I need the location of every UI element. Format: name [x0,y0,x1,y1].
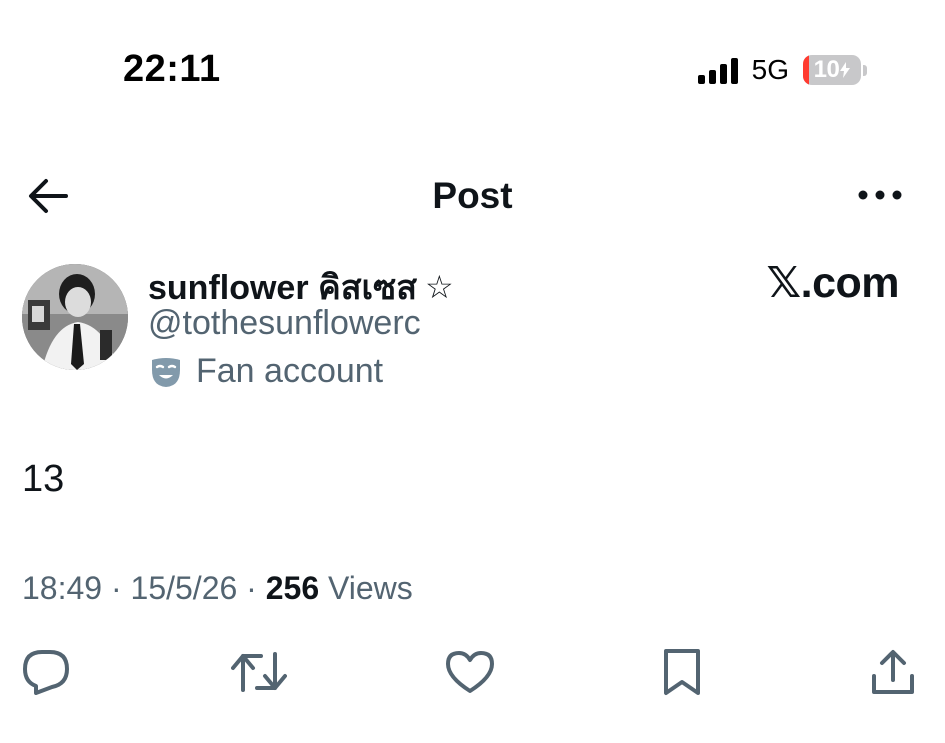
network-type: 5G [751,54,789,85]
x-watermark: 𝕏.com [766,259,899,307]
meta-separator: · [246,570,257,606]
fan-account-label: Fan account [196,352,384,390]
reply-button[interactable] [18,644,74,700]
heart-icon [446,651,494,693]
more-options-button[interactable] [855,175,905,215]
reply-icon [23,650,69,695]
author-handle[interactable]: @tothesunflowerc [148,304,421,343]
share-icon [872,650,914,694]
status-time: 22:11 [123,48,221,90]
battery-level: 10 [814,56,851,84]
post-text: 13 [22,458,65,500]
page-title: Post [432,175,513,216]
star-icon: ☆ [424,268,454,306]
status-indicators: 5G 10 [697,54,867,86]
repost-icon [231,652,287,692]
views-label: Views [328,570,413,606]
post-metadata: 18:49 · 15/5/26 · 256 Views [22,570,413,607]
post-detail-screen: 22:11 5G 10 Post sunflower คิสเซส ☆ @tot… [0,0,945,743]
post-date[interactable]: 15/5/26 [131,570,238,606]
like-button[interactable] [442,644,498,700]
bookmark-button[interactable] [654,644,710,700]
meta-separator: · [110,570,122,606]
post-time[interactable]: 18:49 [22,570,102,606]
more-horizontal-icon [858,190,902,200]
battery-icon: 10 [803,55,867,85]
share-button[interactable] [865,644,921,700]
bookmark-icon [664,649,700,695]
battery-fill [803,55,809,85]
fan-account-badge[interactable]: Fan account [150,352,383,391]
repost-button[interactable] [231,644,287,700]
theater-masks-icon [152,357,180,387]
avatar[interactable] [22,264,128,370]
views-count[interactable]: 256 [266,570,319,606]
signal-strength-icon [697,56,738,84]
avatar-image [22,264,128,370]
